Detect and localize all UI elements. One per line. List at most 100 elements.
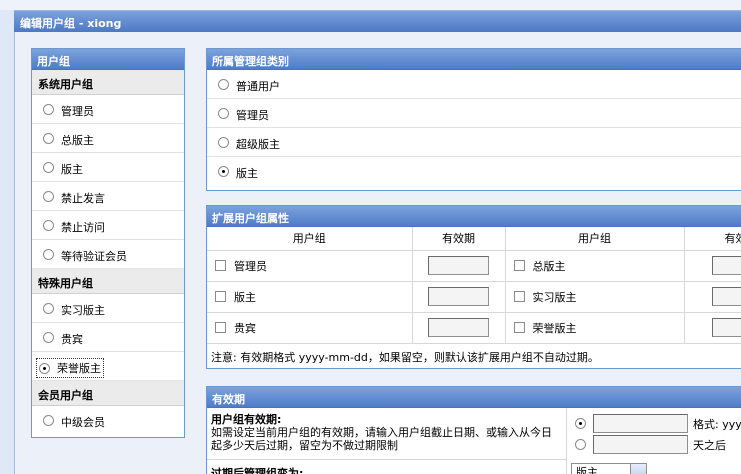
group-item[interactable]: 管理员 bbox=[32, 95, 184, 124]
radio-button[interactable] bbox=[43, 191, 54, 202]
date-format-hint: 格式: yyy bbox=[693, 417, 741, 431]
radio-button[interactable] bbox=[218, 79, 229, 90]
checkbox[interactable] bbox=[513, 260, 525, 271]
validity-label: 用户组有效期: bbox=[211, 413, 282, 426]
group-item-label: 禁止访问 bbox=[61, 221, 105, 234]
column-header: 有效期 bbox=[412, 227, 506, 251]
group-item-label: 版主 bbox=[61, 163, 83, 176]
group-name: 总版主 bbox=[532, 259, 566, 273]
group-name: 管理员 bbox=[234, 259, 267, 273]
group-item-label: 禁止发言 bbox=[61, 192, 105, 205]
radio-days[interactable] bbox=[575, 439, 586, 450]
group-item-label: 荣誉版主 bbox=[57, 362, 101, 375]
radio-button[interactable] bbox=[43, 220, 54, 231]
group-item-label: 管理员 bbox=[61, 105, 94, 118]
chevron-down-icon[interactable] bbox=[630, 464, 646, 474]
group-name: 版主 bbox=[234, 290, 256, 304]
group-name: 实习版主 bbox=[532, 290, 577, 304]
main-area: 用户组 系统用户组 管理员 总版主 版主 禁止发言 禁止访问 等待验证会员 特殊… bbox=[14, 32, 741, 474]
radio-button[interactable] bbox=[43, 249, 54, 260]
option-label: 超级版主 bbox=[236, 138, 280, 151]
radio-button[interactable] bbox=[43, 303, 54, 314]
table-header-row: 用户组 有效期 用户组 有效 bbox=[207, 227, 741, 251]
group-heading-system: 系统用户组 bbox=[32, 70, 184, 95]
selection-focus-frame: 荣誉版主 bbox=[36, 358, 104, 378]
checkbox[interactable] bbox=[215, 322, 226, 333]
after-expiry-label: 过期后管理组变为: bbox=[207, 460, 567, 474]
column-header: 用户组 bbox=[207, 227, 413, 251]
group-item[interactable]: 贵宾 bbox=[32, 323, 184, 352]
group-item-label: 贵宾 bbox=[61, 333, 83, 346]
group-item-label: 中级会员 bbox=[61, 416, 105, 429]
radio-date-checked[interactable] bbox=[575, 418, 586, 429]
validity-inputs-cell: 格式: yyy 天之后 bbox=[567, 408, 741, 460]
column-header: 用户组 bbox=[505, 227, 685, 251]
radio-button[interactable] bbox=[43, 162, 54, 173]
user-group-panel-title: 用户组 bbox=[32, 49, 184, 70]
group-item[interactable]: 实习版主 bbox=[32, 294, 184, 323]
table-row: 管理员 总版主 bbox=[207, 250, 741, 282]
expiry-date-input[interactable] bbox=[711, 256, 741, 275]
group-heading-member: 会员用户组 bbox=[32, 381, 184, 406]
admin-category-option[interactable]: 管理员 bbox=[207, 99, 741, 128]
table-row: 贵宾 荣誉版主 bbox=[207, 312, 741, 344]
group-item-label: 总版主 bbox=[61, 134, 94, 147]
radio-button[interactable] bbox=[43, 104, 54, 115]
expiry-date-input[interactable] bbox=[711, 287, 741, 306]
option-label: 版主 bbox=[236, 167, 258, 180]
radio-button-checked[interactable] bbox=[218, 166, 229, 177]
admin-category-option[interactable]: 普通用户 bbox=[207, 70, 741, 99]
group-item[interactable]: 禁止访问 bbox=[32, 211, 184, 240]
expiry-days-input[interactable] bbox=[593, 435, 688, 454]
select-value: 版主 bbox=[576, 466, 598, 474]
validity-title: 有效期 bbox=[207, 387, 741, 408]
checkbox[interactable] bbox=[513, 322, 525, 333]
user-group-panel: 用户组 系统用户组 管理员 总版主 版主 禁止发言 禁止访问 等待验证会员 特殊… bbox=[31, 48, 185, 438]
admin-category-panel: 所属管理组类别 普通用户 管理员 超级版主 版主 bbox=[206, 48, 741, 191]
group-item[interactable]: 禁止发言 bbox=[32, 182, 184, 211]
radio-button[interactable] bbox=[43, 415, 54, 426]
group-name: 荣誉版主 bbox=[532, 321, 577, 335]
checkbox[interactable] bbox=[513, 291, 525, 302]
checkbox[interactable] bbox=[215, 260, 226, 271]
admin-category-title: 所属管理组类别 bbox=[207, 49, 741, 70]
expiry-date-input[interactable] bbox=[428, 256, 489, 275]
after-expiry-select[interactable]: 版主 bbox=[571, 463, 647, 474]
table-row: 版主 实习版主 bbox=[207, 281, 741, 313]
group-item[interactable]: 等待验证会员 bbox=[32, 240, 184, 269]
option-label: 普通用户 bbox=[236, 80, 280, 93]
option-label: 管理员 bbox=[236, 109, 269, 122]
group-item-label: 等待验证会员 bbox=[61, 250, 127, 263]
group-item-label: 实习版主 bbox=[61, 304, 105, 317]
group-item[interactable]: 版主 bbox=[32, 153, 184, 182]
group-heading-special: 特殊用户组 bbox=[32, 269, 184, 294]
validity-panel: 有效期 用户组有效期: 如需设定当前用户组的有效期，请输入用户组截止日期、或输入… bbox=[206, 386, 741, 474]
expiry-date-input[interactable] bbox=[711, 318, 741, 337]
window-title-bar: 编辑用户组 - xiong bbox=[14, 10, 741, 32]
group-name: 贵宾 bbox=[234, 321, 256, 335]
admin-category-option[interactable]: 版主 bbox=[207, 157, 741, 186]
top-strip bbox=[0, 0, 741, 10]
extended-attributes-panel: 扩展用户组属性 用户组 有效期 用户组 有效 管理员 总版主 版主 实习版主 bbox=[206, 205, 741, 369]
days-suffix: 天之后 bbox=[693, 438, 726, 452]
radio-button[interactable] bbox=[218, 137, 229, 148]
radio-button-checked[interactable] bbox=[39, 362, 50, 374]
expiry-date-input[interactable] bbox=[428, 287, 489, 306]
validity-description-cell: 用户组有效期: 如需设定当前用户组的有效期，请输入用户组截止日期、或输入从今日起… bbox=[207, 408, 567, 460]
window-title: 编辑用户组 - xiong bbox=[20, 17, 122, 30]
extended-attributes-title: 扩展用户组属性 bbox=[207, 206, 741, 227]
radio-button[interactable] bbox=[43, 332, 54, 343]
expiry-format-note: 注意: 有效期格式 yyyy-mm-dd，如果留空，则默认该扩展用户组不自动过期… bbox=[211, 350, 599, 364]
expiry-date-input[interactable] bbox=[428, 318, 489, 337]
group-item-selected[interactable]: 荣誉版主 bbox=[32, 352, 184, 381]
validity-description: 如需设定当前用户组的有效期，请输入用户组截止日期、或输入从今日起多少天后过期，留… bbox=[211, 426, 552, 452]
group-item[interactable]: 总版主 bbox=[32, 124, 184, 153]
expiry-date-input[interactable] bbox=[593, 414, 688, 433]
radio-button[interactable] bbox=[43, 133, 54, 144]
admin-category-option[interactable]: 超级版主 bbox=[207, 128, 741, 157]
extended-attributes-table: 用户组 有效期 用户组 有效 管理员 总版主 版主 实习版主 贵宾 荣誉版主 bbox=[207, 227, 741, 344]
checkbox[interactable] bbox=[215, 291, 226, 302]
column-header: 有效 bbox=[684, 227, 741, 251]
group-item[interactable]: 中级会员 bbox=[32, 406, 184, 435]
radio-button[interactable] bbox=[218, 108, 229, 119]
